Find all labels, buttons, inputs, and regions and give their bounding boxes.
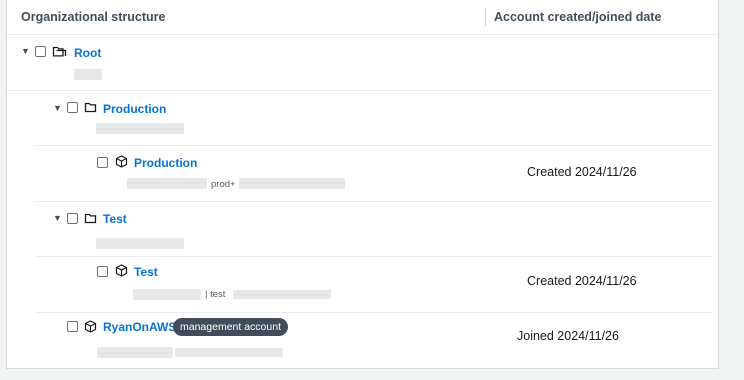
- table-header: Organizational structure Account created…: [7, 0, 718, 35]
- test-account-date: Created 2024/11/26: [527, 274, 637, 288]
- test-ou-id-redacted: [96, 238, 184, 249]
- production-account-email-prefix: prod+: [211, 179, 236, 190]
- root-id-redacted: [74, 69, 102, 80]
- right-gutter: [719, 0, 744, 380]
- management-account-link[interactable]: RyanOnAWS: [103, 320, 176, 334]
- table-row-test-ou: ▼ Test: [35, 201, 713, 257]
- folder-icon: [84, 101, 97, 114]
- column-header-date: Account created/joined date: [494, 10, 662, 24]
- production-account-id-redacted: [127, 178, 207, 189]
- cube-icon: [84, 320, 97, 333]
- production-account-checkbox[interactable]: [97, 157, 108, 168]
- root-checkbox[interactable]: [35, 46, 46, 57]
- production-ou-link[interactable]: Production: [103, 102, 166, 116]
- management-account-date: Joined 2024/11/26: [517, 329, 619, 343]
- management-account-id-redacted: [97, 347, 173, 358]
- production-account-date: Created 2024/11/26: [527, 165, 637, 179]
- caret-down-icon[interactable]: ▼: [53, 213, 62, 223]
- table-row-test-account: Test | test Created 2024/11/26: [35, 256, 713, 313]
- test-account-id-redacted: [133, 289, 201, 300]
- table-row-production-ou: ▼ Production: [35, 90, 713, 146]
- caret-down-icon[interactable]: ▼: [53, 103, 62, 113]
- test-account-link[interactable]: Test: [134, 265, 158, 279]
- test-account-checkbox[interactable]: [97, 266, 108, 277]
- cube-icon: [115, 155, 128, 168]
- folders-icon: [52, 45, 67, 58]
- production-account-link[interactable]: Production: [134, 156, 197, 170]
- production-account-email-redacted: [239, 178, 345, 189]
- management-account-email-redacted: [175, 348, 283, 357]
- root-link[interactable]: Root: [74, 46, 101, 60]
- table-row-management-account: RyanOnAWS management account Joined 2024…: [35, 312, 713, 368]
- production-ou-id-redacted: [96, 123, 184, 134]
- cube-icon: [115, 264, 128, 277]
- caret-down-icon[interactable]: ▼: [21, 46, 30, 56]
- test-account-email-redacted: [233, 290, 331, 299]
- test-ou-checkbox[interactable]: [67, 213, 78, 224]
- test-account-email-prefix: | test: [205, 289, 226, 300]
- column-header-structure: Organizational structure: [21, 10, 166, 24]
- table-row-production-account: Production prod+ Created 2024/11/26: [35, 145, 713, 202]
- folder-icon: [84, 212, 97, 225]
- test-ou-link[interactable]: Test: [103, 212, 127, 226]
- org-structure-table: Organizational structure Account created…: [6, 0, 719, 369]
- column-divider[interactable]: [485, 8, 486, 26]
- management-account-checkbox[interactable]: [67, 321, 78, 332]
- management-account-badge: management account: [173, 318, 288, 336]
- table-row-root: ▼ Root: [7, 34, 713, 91]
- production-ou-checkbox[interactable]: [67, 102, 78, 113]
